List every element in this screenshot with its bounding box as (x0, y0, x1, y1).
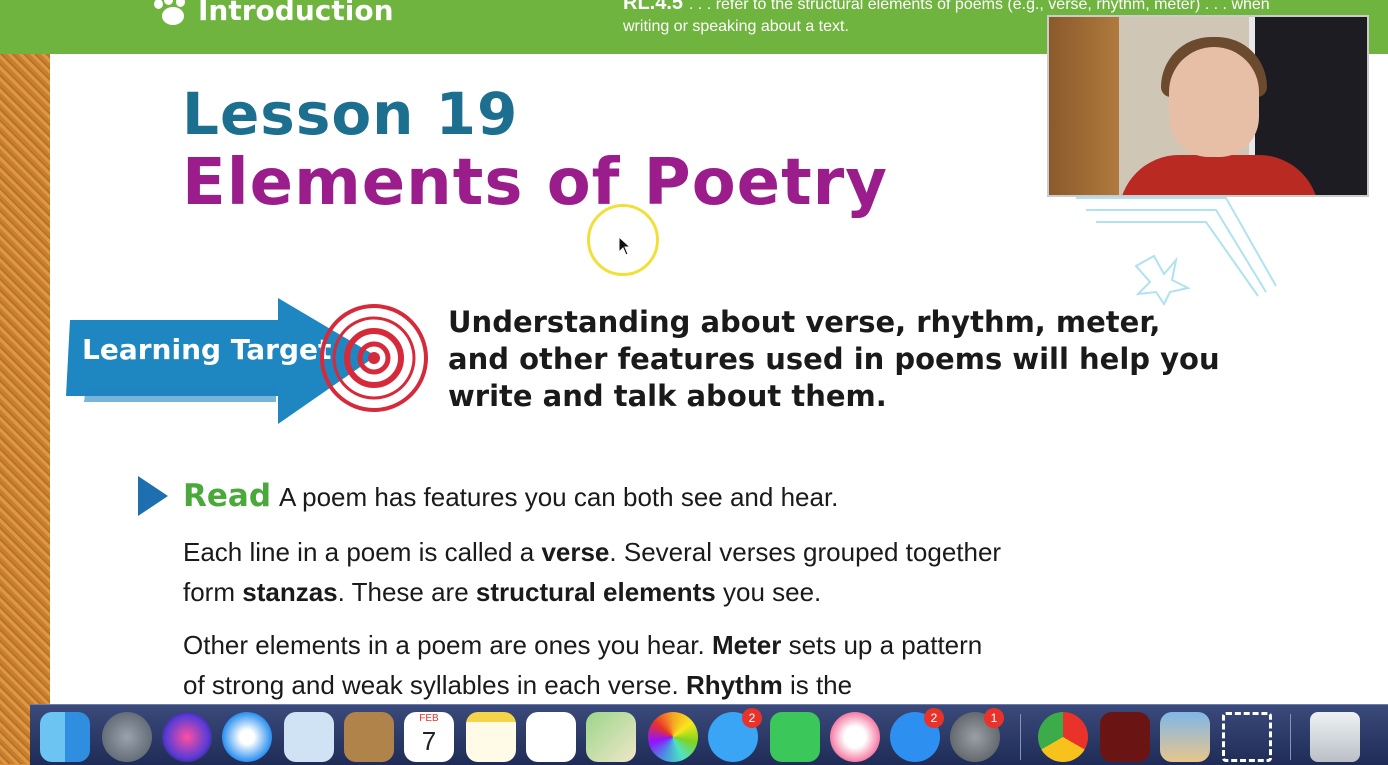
lesson-title: Elements of Poetry (182, 146, 888, 220)
facetime-icon[interactable] (770, 712, 820, 762)
calendar-month: FEB (419, 713, 439, 724)
notes-icon[interactable] (466, 712, 516, 762)
lesson-number: Lesson 19 (182, 80, 519, 148)
maps-icon[interactable] (586, 712, 636, 762)
contacts-icon[interactable] (344, 712, 394, 762)
mail-icon[interactable] (284, 712, 334, 762)
standard-text-line2: writing or speaking about a text. (623, 18, 849, 35)
siri-icon[interactable] (162, 712, 212, 762)
mouse-pointer-icon (618, 236, 632, 256)
paragraph-meter: Other elements in a poem are ones you he… (183, 630, 983, 700)
section-heading: Introduction (152, 0, 394, 27)
paragraph-verse: Each line in a poem is called a verse. S… (183, 537, 1002, 607)
standard-code: RL.4.5 (623, 0, 684, 14)
shooting-star-decoration (1076, 197, 1277, 306)
learning-target-text: Understanding about verse, rhythm, meter… (448, 305, 1220, 413)
safari-icon[interactable] (222, 712, 272, 762)
settings-badge: 1 (984, 708, 1004, 728)
read-label: Read (183, 478, 272, 514)
calendar-icon[interactable]: FEB 7 (404, 712, 454, 762)
app-store-badge: 2 (924, 708, 944, 728)
trash-icon[interactable] (1310, 712, 1360, 762)
app-store-icon[interactable]: 2 (890, 708, 944, 762)
preview-icon[interactable] (1160, 712, 1210, 762)
standard-text: . . . refer to the structural elements o… (689, 0, 1270, 13)
chrome-icon[interactable] (1038, 712, 1088, 762)
reminders-icon[interactable] (526, 712, 576, 762)
read-intro: A poem has features you can both see and… (279, 482, 839, 512)
dock-separator (1020, 714, 1021, 760)
music-icon[interactable] (830, 712, 880, 762)
webcam-overlay (1047, 15, 1369, 197)
system-preferences-icon[interactable]: 1 (950, 708, 1004, 762)
paw-icon (152, 0, 192, 27)
launchpad-icon[interactable] (102, 712, 152, 762)
messages-badge: 2 (742, 708, 762, 728)
section-label: Introduction (198, 0, 394, 27)
play-triangle-icon (138, 476, 168, 516)
learning-target-label: Learning Target (82, 333, 332, 366)
photos-icon[interactable] (648, 712, 698, 762)
calendar-day: 7 (421, 726, 437, 756)
messages-icon[interactable]: 2 (708, 708, 762, 762)
flash-icon[interactable] (1100, 712, 1150, 762)
target-icon (320, 304, 428, 412)
screenshot-icon[interactable] (1222, 712, 1272, 762)
finder-icon[interactable] (40, 712, 90, 762)
dock-separator-2 (1290, 714, 1291, 760)
